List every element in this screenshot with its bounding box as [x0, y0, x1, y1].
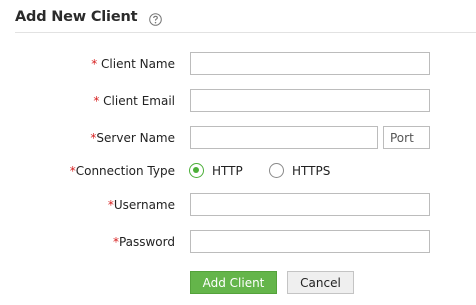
page-header: Add New Client	[15, 8, 163, 26]
radio-http[interactable]: HTTP	[189, 163, 243, 178]
client-email-label-text: Client Email	[103, 94, 175, 108]
question-circle-icon	[149, 12, 163, 26]
password-input[interactable]	[190, 230, 430, 253]
page-title: Add New Client	[15, 9, 138, 25]
required-marker: *	[91, 57, 98, 71]
server-name-input[interactable]	[190, 126, 378, 149]
client-email-label: * Client Email	[93, 94, 175, 108]
client-name-input[interactable]	[190, 52, 430, 75]
connection-type-label-text: Connection Type	[75, 164, 175, 178]
server-name-label: *Server Name	[90, 131, 175, 145]
radio-https-label: HTTPS	[292, 163, 331, 178]
password-label: *Password	[113, 235, 175, 249]
header-divider	[15, 32, 476, 33]
client-name-label-text: Client Name	[101, 57, 175, 71]
radio-unchecked-icon[interactable]	[269, 163, 284, 178]
radio-checked-icon[interactable]	[189, 163, 204, 178]
required-marker: *	[93, 94, 100, 108]
client-name-label: * Client Name	[91, 57, 175, 71]
help-icon[interactable]	[149, 11, 163, 26]
client-email-input[interactable]	[190, 89, 430, 112]
add-client-button[interactable]: Add Client	[190, 271, 277, 294]
username-label: *Username	[108, 198, 175, 212]
radio-http-label: HTTP	[212, 163, 243, 178]
password-label-text: Password	[118, 235, 175, 249]
username-label-text: Username	[113, 198, 175, 212]
server-name-label-text: Server Name	[96, 131, 175, 145]
connection-type-label: *Connection Type	[70, 164, 175, 178]
port-input[interactable]	[383, 126, 430, 149]
cancel-button[interactable]: Cancel	[287, 271, 354, 294]
radio-https[interactable]: HTTPS	[269, 163, 330, 178]
username-input[interactable]	[190, 193, 430, 216]
